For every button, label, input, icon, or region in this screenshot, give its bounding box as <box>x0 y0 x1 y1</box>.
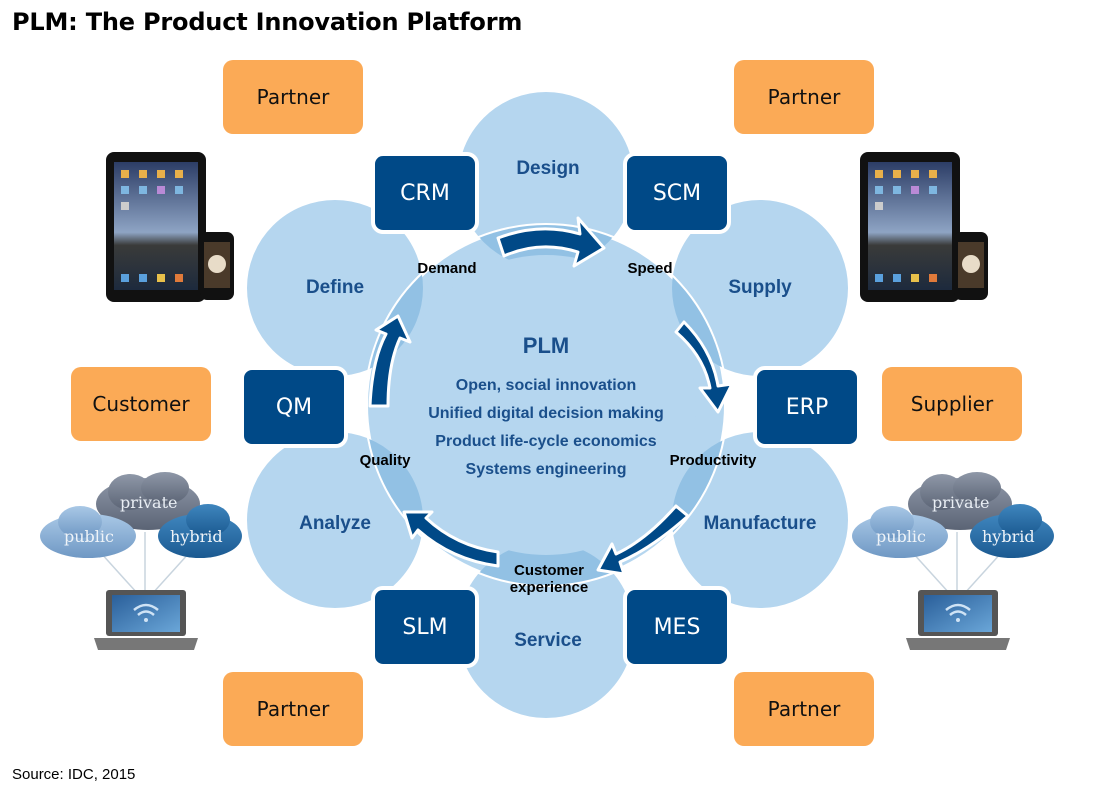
source-note: Source: IDC, 2015 <box>12 766 136 783</box>
system-box-scm: SCM <box>623 152 731 234</box>
customer-box: Customer <box>71 367 211 441</box>
tablet-and-phone-icon-right <box>860 152 988 302</box>
cloud-label-private: private <box>932 493 990 512</box>
partner-label: Partner <box>256 85 330 109</box>
stage-label-supply: Supply <box>728 277 792 298</box>
system-box-slm: SLM <box>371 586 479 668</box>
supplier-label: Supplier <box>910 392 994 416</box>
mes-label: MES <box>653 614 701 640</box>
scm-label: SCM <box>652 180 702 206</box>
stage-label-analyze: Analyze <box>299 513 371 534</box>
customer-label: Customer <box>92 392 190 416</box>
stage-label-design: Design <box>516 158 580 179</box>
plm-title: PLM <box>522 333 570 358</box>
partner-label: Partner <box>767 697 841 721</box>
partner-box-top-right: Partner <box>734 60 874 134</box>
stage-label-manufacture: Manufacture <box>703 513 817 534</box>
slm-label: SLM <box>402 614 448 640</box>
driver-label-customer-experience: Customer experience <box>510 562 588 596</box>
driver-label-customer-line1: Customer <box>513 562 585 579</box>
supplier-box: Supplier <box>882 367 1022 441</box>
cloud-label-public: public <box>876 527 926 546</box>
qm-label: QM <box>275 394 313 420</box>
partner-box-bottom-right: Partner <box>734 672 874 746</box>
cloud-label-hybrid: hybrid <box>170 527 223 546</box>
plm-item: Unified digital decision making <box>428 405 664 422</box>
partner-label: Partner <box>256 697 330 721</box>
crm-label: CRM <box>400 180 450 206</box>
cloud-label-public: public <box>64 527 114 546</box>
erp-label: ERP <box>785 394 829 420</box>
plm-item: Systems engineering <box>465 461 627 478</box>
plm-item: Open, social innovation <box>455 377 637 394</box>
driver-label-demand: Demand <box>417 260 477 277</box>
driver-label-productivity: Productivity <box>669 452 757 469</box>
plm-item: Product life-cycle economics <box>435 433 657 450</box>
partner-box-bottom-left: Partner <box>223 672 363 746</box>
partner-box-top-left: Partner <box>223 60 363 134</box>
system-box-crm: CRM <box>371 152 479 234</box>
system-box-mes: MES <box>623 586 731 668</box>
cloud-label-private: private <box>120 493 178 512</box>
system-box-erp: ERP <box>753 366 861 448</box>
cloud-label-hybrid: hybrid <box>982 527 1035 546</box>
tablet-and-phone-icon-left <box>106 152 234 302</box>
stage-label-define: Define <box>305 277 365 298</box>
driver-label-quality: Quality <box>359 452 411 469</box>
driver-label-customer-line2: experience <box>509 579 589 596</box>
partner-label: Partner <box>767 85 841 109</box>
stage-label-service: Service <box>514 630 582 651</box>
driver-label-speed: Speed <box>627 260 673 277</box>
system-box-qm: QM <box>240 366 348 448</box>
